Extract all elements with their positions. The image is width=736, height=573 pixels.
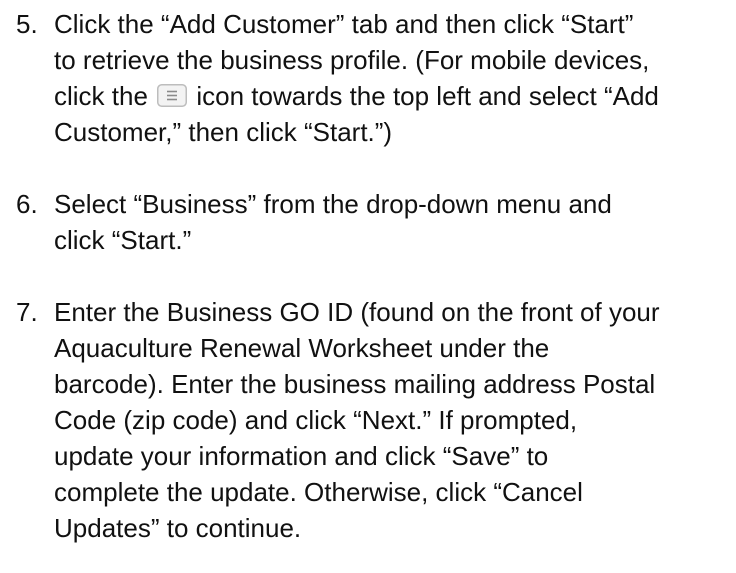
step-number: 7.	[16, 297, 38, 327]
step-text: Enter the Business GO ID (found on the f…	[54, 297, 660, 543]
step-5: 5. Click the “Add Customer” tab and then…	[0, 0, 660, 150]
step-text: Click the “Add Customer” tab and then cl…	[54, 6, 660, 150]
step-text: Select “Business” from the drop-down men…	[54, 189, 612, 255]
instruction-steps: 5. Click the “Add Customer” tab and then…	[0, 0, 736, 546]
step-number: 5.	[16, 9, 38, 39]
step-6: 6. Select “Business” from the drop-down …	[0, 186, 660, 258]
menu-icon	[157, 84, 188, 107]
step-number: 6.	[16, 189, 38, 219]
step-7: 7. Enter the Business GO ID (found on th…	[0, 294, 660, 546]
